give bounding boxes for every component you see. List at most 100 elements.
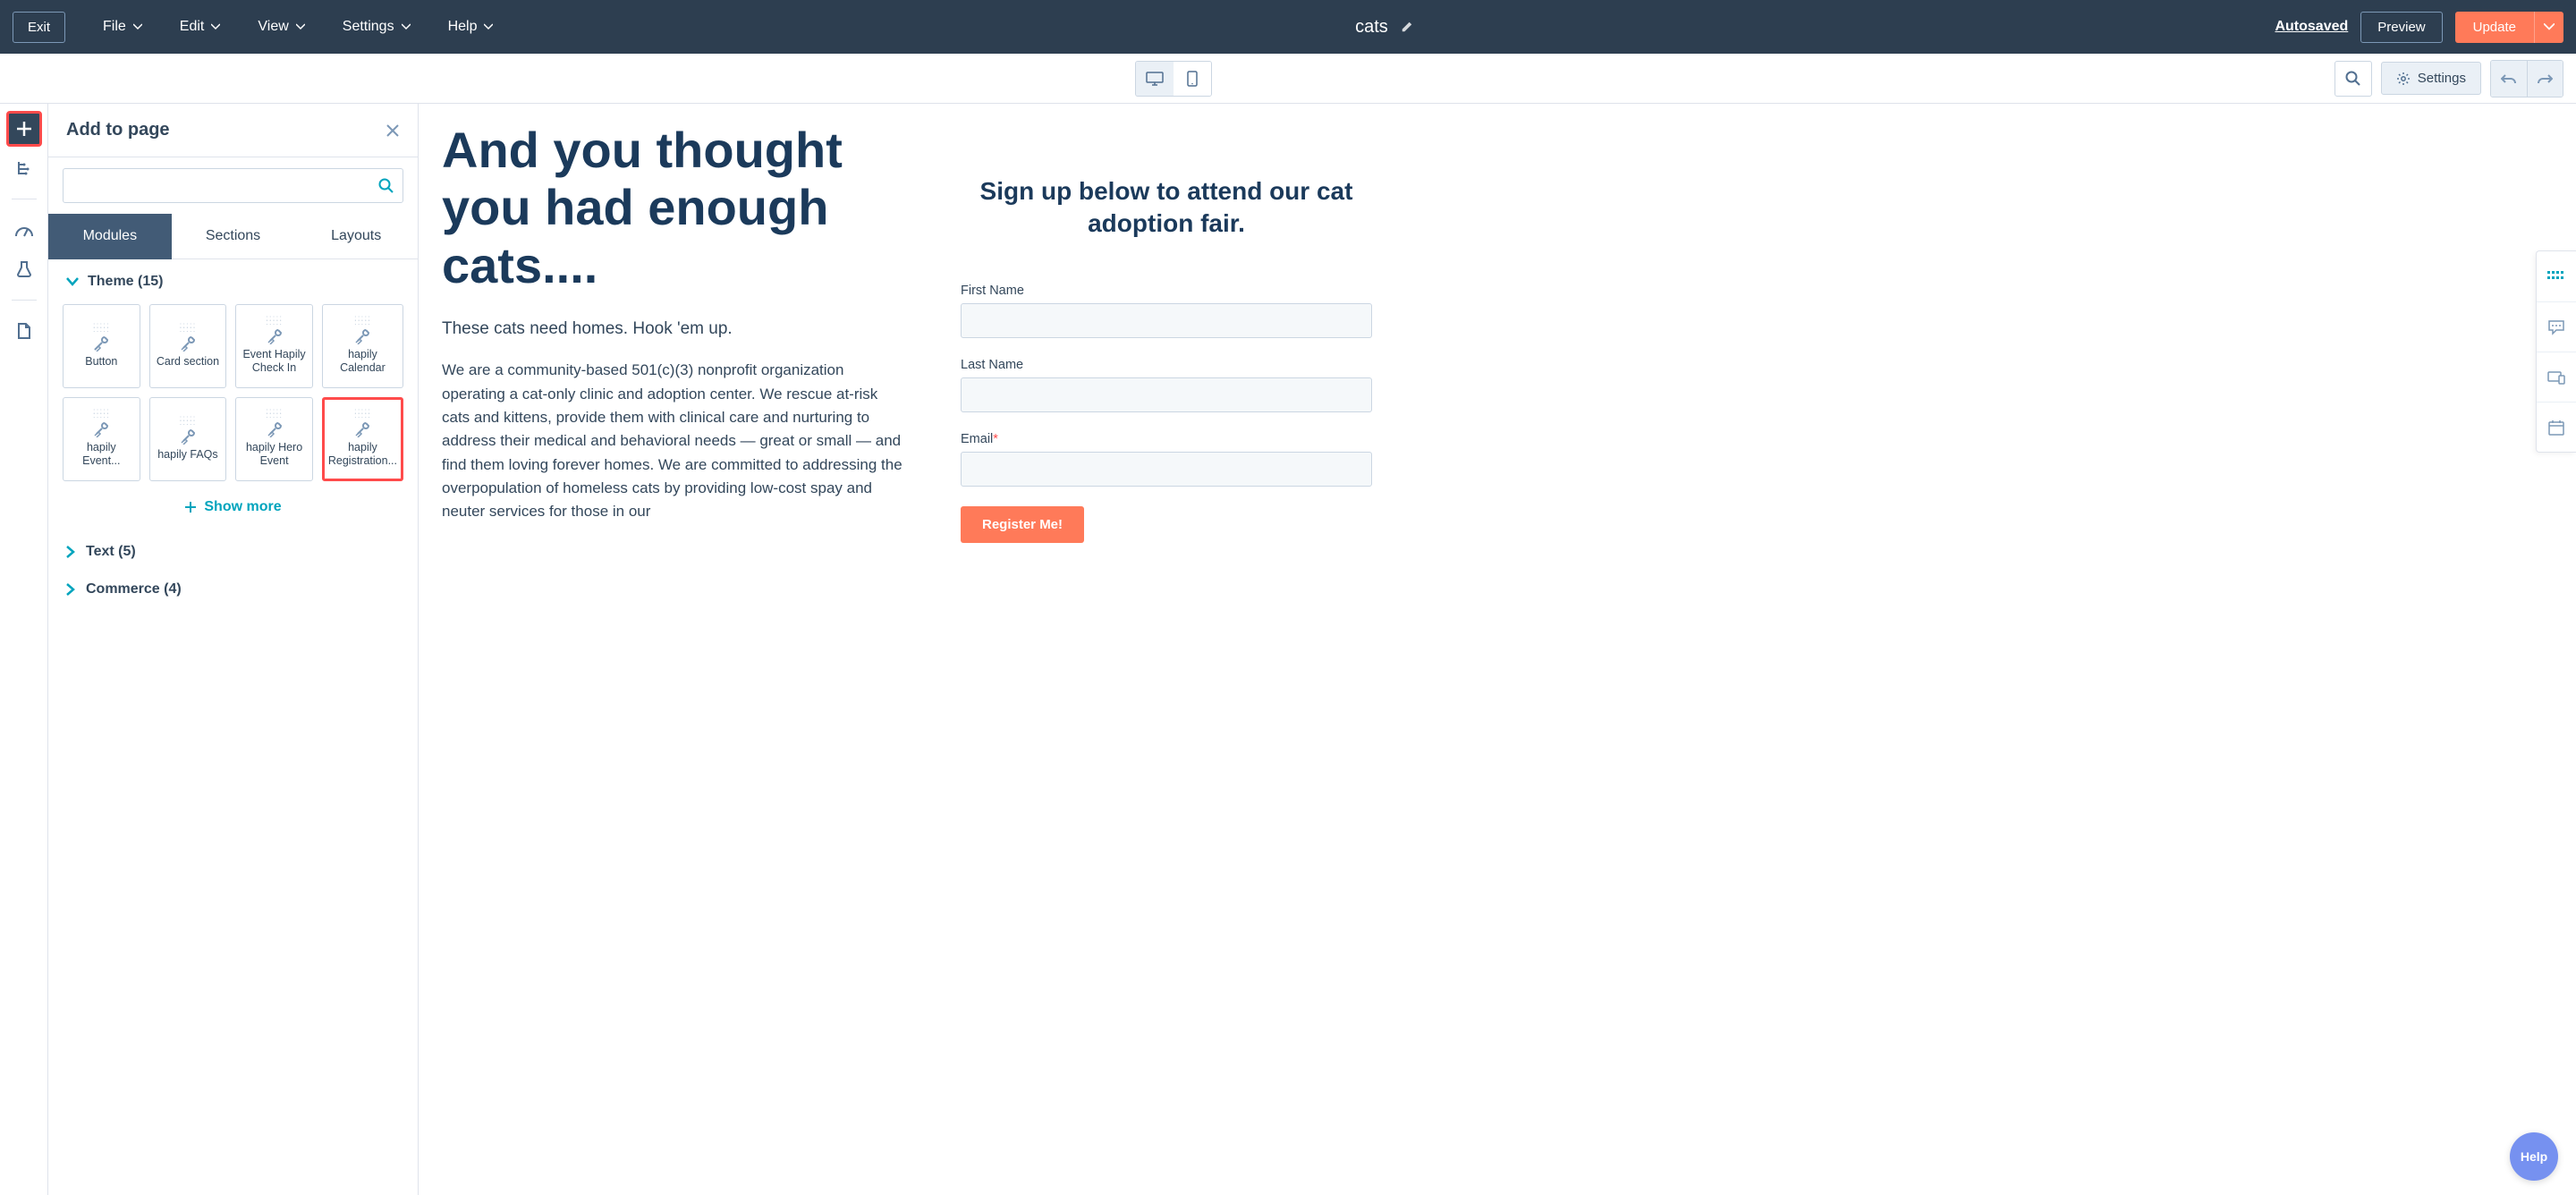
update-dropdown[interactable] [2534, 12, 2563, 43]
search-icon-wrap[interactable] [378, 178, 394, 194]
rail-divider [12, 300, 37, 301]
menu-file[interactable]: File [103, 19, 142, 35]
module-label: Event Hapily Check In [240, 348, 309, 375]
menu-edit[interactable]: Edit [180, 19, 221, 35]
page-subhead[interactable]: These cats need homes. Hook 'em up. [442, 319, 907, 339]
tab-layouts[interactable]: Layouts [294, 214, 418, 259]
wrench-icon [354, 328, 370, 344]
mobile-view-button[interactable] [1174, 62, 1211, 96]
desktop-icon [1146, 72, 1164, 86]
canvas-left-column: And you thought you had enough cats.... … [442, 122, 907, 543]
settings-button[interactable]: Settings [2381, 62, 2481, 95]
theme-section-label: Theme (15) [88, 274, 163, 290]
undo-button[interactable] [2491, 61, 2527, 97]
last-name-input[interactable] [961, 377, 1372, 412]
tab-modules[interactable]: Modules [48, 214, 172, 259]
test-tab[interactable] [6, 251, 42, 287]
search-button[interactable] [2334, 61, 2372, 97]
calendar-icon [2548, 420, 2564, 436]
add-to-page-tab[interactable] [6, 111, 42, 147]
topbar-center: cats [493, 17, 2275, 38]
top-bar: Exit File Edit View Settings Help cats A… [0, 0, 2576, 54]
commerce-section-header[interactable]: Commerce (4) [48, 571, 418, 608]
text-section-label: Text (5) [86, 544, 136, 560]
module-card-hapily-registration[interactable]: :::::::::: hapily Registration... [322, 397, 403, 481]
file-tab[interactable] [6, 313, 42, 349]
help-label: Help [2521, 1149, 2547, 1164]
preview-button[interactable]: Preview [2360, 12, 2442, 43]
update-group: Update [2455, 12, 2563, 43]
sidebar-tabs: Modules Sections Layouts [48, 214, 418, 259]
canvas-right-column: Sign up below to attend our cat adoption… [961, 122, 1372, 543]
grip-icon: :::::::::: [266, 411, 283, 418]
menu-settings[interactable]: Settings [343, 19, 411, 35]
plus-icon [184, 501, 197, 513]
float-grid-button[interactable] [2537, 251, 2576, 301]
module-card-hapily-faqs[interactable]: :::::::::: hapily FAQs [149, 397, 227, 481]
module-card-event-checkin[interactable]: :::::::::: Event Hapily Check In [235, 304, 313, 388]
module-card-hapily-hero[interactable]: :::::::::: hapily Hero Event [235, 397, 313, 481]
topbar-right: Autosaved Preview Update [2275, 12, 2563, 43]
device-switcher [1135, 61, 1212, 97]
settings-label: Settings [2418, 71, 2466, 86]
page-title: cats [1355, 17, 1388, 38]
email-input[interactable] [961, 452, 1372, 487]
menu-help[interactable]: Help [448, 19, 494, 35]
menu-settings-label: Settings [343, 19, 394, 35]
desktop-view-button[interactable] [1136, 62, 1174, 96]
page-headline[interactable]: And you thought you had enough cats.... [442, 122, 907, 294]
show-more-button[interactable]: Show more [48, 487, 418, 533]
grid-icon [2547, 271, 2565, 282]
wrench-icon [354, 421, 370, 437]
toolbar-row: Settings [0, 54, 2576, 104]
main-area: Add to page Modules Sections Layouts The… [0, 104, 2576, 1195]
plus-icon [14, 119, 34, 139]
menu-view[interactable]: View [258, 19, 304, 35]
text-section-header[interactable]: Text (5) [48, 533, 418, 571]
module-label: hapily Calendar [326, 348, 399, 375]
form-field-email: Email* [961, 432, 1372, 487]
wrench-icon [180, 335, 196, 352]
document-icon [17, 322, 31, 340]
wrench-icon [180, 428, 196, 445]
chevron-down-icon [211, 22, 220, 31]
first-name-input[interactable] [961, 303, 1372, 338]
theme-section-header[interactable]: Theme (15) [48, 259, 418, 299]
chevron-down-icon [2544, 23, 2555, 30]
email-label: Email* [961, 432, 1372, 446]
module-card-button[interactable]: :::::::::: Button [63, 304, 140, 388]
wrench-icon [93, 335, 109, 352]
redo-button[interactable] [2527, 61, 2563, 97]
optimize-tab[interactable] [6, 212, 42, 248]
menu-view-label: View [258, 19, 288, 35]
wrench-icon [267, 328, 283, 344]
form-field-last-name: Last Name [961, 358, 1372, 412]
module-card-hapily-calendar[interactable]: :::::::::: hapily Calendar [322, 304, 403, 388]
module-card-hapily-event[interactable]: :::::::::: hapily Event... [63, 397, 140, 481]
update-button[interactable]: Update [2455, 12, 2534, 43]
float-calendar-button[interactable] [2537, 402, 2576, 452]
module-label: Card section [157, 355, 219, 369]
tab-sections[interactable]: Sections [172, 214, 295, 259]
page-body[interactable]: We are a community-based 501(c)(3) nonpr… [442, 359, 907, 523]
flask-icon [16, 260, 32, 278]
module-grid: :::::::::: Button :::::::::: Card sectio… [48, 299, 418, 487]
register-button[interactable]: Register Me! [961, 506, 1084, 543]
exit-button[interactable]: Exit [13, 12, 65, 43]
wrench-icon [267, 421, 283, 437]
contents-tab[interactable] [6, 150, 42, 186]
close-panel-button[interactable] [386, 123, 400, 138]
pencil-icon[interactable] [1401, 21, 1413, 33]
autosaved-status[interactable]: Autosaved [2275, 19, 2348, 35]
float-devices-button[interactable] [2537, 352, 2576, 402]
last-name-label: Last Name [961, 358, 1372, 372]
editor-canvas[interactable]: And you thought you had enough cats.... … [419, 104, 2576, 1195]
show-more-label: Show more [204, 499, 281, 515]
module-card-card-section[interactable]: :::::::::: Card section [149, 304, 227, 388]
grip-icon: :::::::::: [179, 325, 196, 332]
form-title[interactable]: Sign up below to attend our cat adoption… [961, 175, 1372, 241]
float-comments-button[interactable] [2537, 301, 2576, 352]
chevron-down-icon [133, 22, 142, 31]
search-input[interactable] [63, 168, 403, 203]
help-bubble[interactable]: Help [2510, 1132, 2558, 1181]
